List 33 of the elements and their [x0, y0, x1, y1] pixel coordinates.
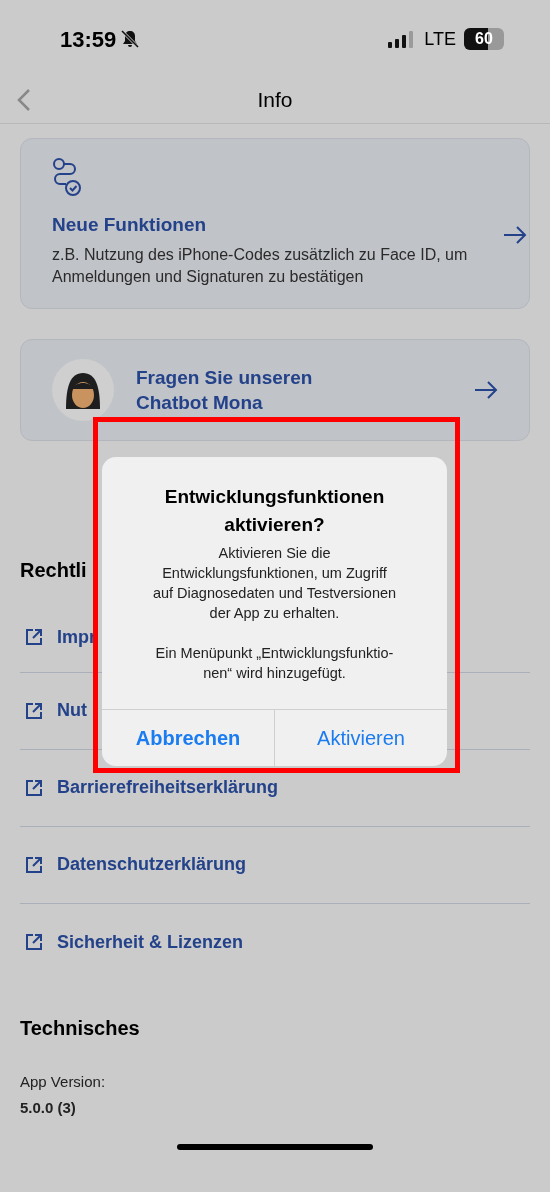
arrow-right-icon: [473, 379, 499, 400]
link[interactable]: Sicherheit & Lizenzen: [57, 928, 244, 956]
card-title: Fragen Sie unseren Chatbot Mona: [136, 365, 313, 415]
dialog-message: Ein Menüpunkt „Entwicklungsfunktio- nen“ wird hinzugefügt.: [155, 644, 394, 683]
avatar-icon: [52, 358, 114, 421]
field-label: App Version:: [20, 1071, 106, 1092]
card-title: Neue Funktionen: [52, 213, 208, 237]
link[interactable]: Datenschutzerklärung: [57, 851, 247, 878]
bell-muted-icon: [120, 29, 141, 49]
link[interactable]: Nut: [57, 697, 87, 724]
external-link-icon: [24, 854, 44, 875]
external-link-icon: [24, 700, 44, 721]
dialog-title: Entwicklungsfunktionen aktivieren?: [163, 485, 386, 537]
dialog-message: Aktivieren Sie die Entwicklungsfunktionen, um Zugriff auf Diagnosedaten und Testversionen der App zu erhalten.: [152, 544, 397, 623]
arrow-right-icon: [502, 225, 528, 245]
section-heading: Technisches: [20, 1015, 141, 1041]
network-label: LTE: [424, 27, 456, 51]
field-value: 5.0.0 (3): [20, 1098, 76, 1118]
external-link-icon: [24, 627, 44, 647]
external-link-icon: [24, 932, 44, 952]
dialog-button[interactable]: Aktivieren: [274, 710, 447, 766]
page-title: Info: [257, 86, 293, 113]
route-check-icon: [52, 157, 84, 197]
link[interactable]: Barrierefreiheitserklärung: [57, 774, 279, 801]
back-button[interactable]: [16, 88, 32, 112]
section-heading: Rechtli: [20, 557, 87, 583]
external-link-icon: [24, 777, 44, 798]
card-feature[interactable]: Neue Funktionen z.B. Nutzung des iPhone-Codes zusätzlich zu Face ID, um Anmeldungen und Signaturen zu bestätigen: [20, 138, 530, 309]
clock-time: 13:59: [60, 25, 117, 54]
link[interactable]: Impr: [57, 623, 96, 651]
card-description: z.B. Nutzung des iPhone-Codes zusätzlich zu Face ID, um Anmeldungen und Signaturen zu bestätigen: [52, 244, 469, 287]
dialog-button[interactable]: Abbrechen: [102, 710, 274, 766]
card-chatbot[interactable]: Fragen Sie unseren Chatbot Mona: [20, 338, 530, 441]
